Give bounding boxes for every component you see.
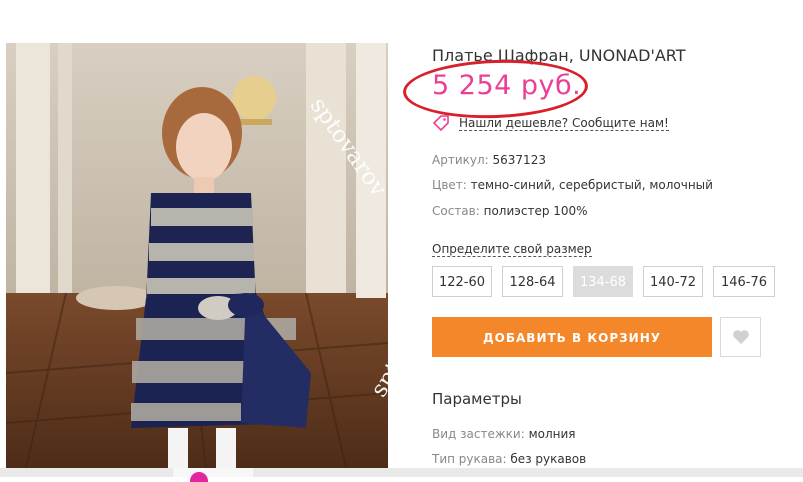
favorite-button[interactable] [720, 317, 761, 357]
add-to-cart-button[interactable]: ДОБАВИТЬ В КОРЗИНУ [432, 317, 712, 357]
material-row: Состав: полиэстер 100% [432, 204, 588, 218]
sleeve-value: без рукавов [510, 452, 587, 466]
color-label: Цвет: [432, 178, 467, 192]
price-highlight-circle [402, 56, 589, 122]
color-row: Цвет: темно-синий, серебристый, молочный [432, 178, 713, 192]
sleeve-label: Тип рукава: [432, 452, 507, 466]
thumbnail-slot[interactable] [173, 468, 253, 477]
sleeve-row: Тип рукава: без рукавов [432, 452, 586, 466]
color-value: темно-синий, серебристый, молочный [470, 178, 713, 192]
fastener-value: молния [528, 427, 576, 441]
size-option-128-64[interactable]: 128-64 [502, 266, 563, 297]
size-option-122-60[interactable]: 122-60 [432, 266, 492, 297]
bottom-thumbnail-strip [0, 468, 803, 482]
heart-icon [732, 330, 749, 344]
size-option-146-76[interactable]: 146-76 [713, 266, 775, 297]
article-value: 5637123 [492, 153, 546, 167]
fastener-row: Вид застежки: молния [432, 427, 576, 441]
price-tag-icon [432, 115, 449, 132]
material-value: полиэстер 100% [483, 204, 588, 218]
size-guide-link[interactable]: Определите свой размер [432, 242, 592, 257]
article-label: Артикул: [432, 153, 489, 167]
found-cheaper-link[interactable]: Нашли дешевле? Сообщите нам! [432, 114, 669, 132]
found-cheaper-text[interactable]: Нашли дешевле? Сообщите нам! [459, 116, 669, 131]
product-image[interactable]: sptovarov sptovarov [6, 43, 388, 468]
material-label: Состав: [432, 204, 480, 218]
article-row: Артикул: 5637123 [432, 153, 546, 167]
size-option-140-72[interactable]: 140-72 [643, 266, 703, 297]
size-option-134-68: 134-68 [573, 266, 633, 297]
params-heading: Параметры [432, 390, 522, 408]
fastener-label: Вид застежки: [432, 427, 525, 441]
